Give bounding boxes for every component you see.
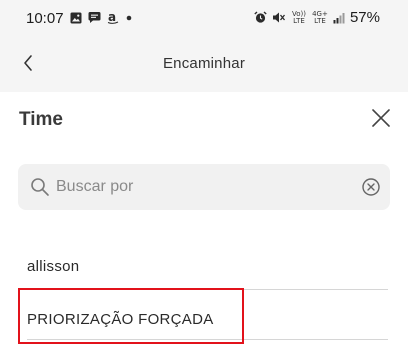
volte-text: Vo)) LTE bbox=[291, 9, 306, 25]
gallery-icon bbox=[70, 12, 82, 23]
page-title: Encaminhar bbox=[162, 55, 246, 72]
list-item-priorizacao-forcada[interactable]: PRIORIZAÇÃO FORÇADA bbox=[27, 296, 388, 344]
volte-icon: Vo)) LTE bbox=[291, 9, 307, 25]
sheet-title: Time bbox=[19, 109, 64, 130]
network-text: 4G+ LTE bbox=[312, 9, 328, 25]
clear-circle-icon bbox=[362, 178, 380, 196]
close-icon bbox=[372, 109, 390, 127]
chat-bubble-icon bbox=[88, 12, 101, 23]
list-item-label: PRIORIZAÇÃO FORÇADA bbox=[27, 311, 214, 328]
list-item-allisson[interactable]: allisson bbox=[27, 242, 388, 290]
battery-percent: 57% bbox=[349, 9, 380, 26]
status-bar: 10:07 a Vo)) LTE 4G+ LTE 57% bbox=[0, 0, 408, 36]
search-field[interactable] bbox=[18, 164, 390, 210]
mute-icon bbox=[272, 12, 285, 23]
signal-icon bbox=[333, 12, 345, 23]
search-icon bbox=[31, 178, 49, 196]
clear-search-button[interactable] bbox=[361, 177, 381, 197]
list-item-label: allisson bbox=[27, 258, 80, 275]
close-button[interactable] bbox=[369, 106, 393, 130]
app-bar: Encaminhar bbox=[0, 36, 408, 92]
divider bbox=[27, 339, 388, 340]
svg-text:a: a bbox=[108, 11, 116, 24]
search-input[interactable] bbox=[56, 164, 356, 210]
divider bbox=[27, 289, 388, 290]
4g-lte-icon: 4G+ LTE bbox=[312, 9, 328, 25]
status-right-icons: Vo)) LTE 4G+ LTE 57% bbox=[254, 9, 380, 26]
status-left-icons: a bbox=[70, 11, 133, 24]
alarm-icon bbox=[254, 11, 267, 23]
amazon-icon: a bbox=[107, 11, 119, 24]
status-time: 10:07 bbox=[26, 10, 64, 27]
dot-icon bbox=[126, 15, 132, 20]
